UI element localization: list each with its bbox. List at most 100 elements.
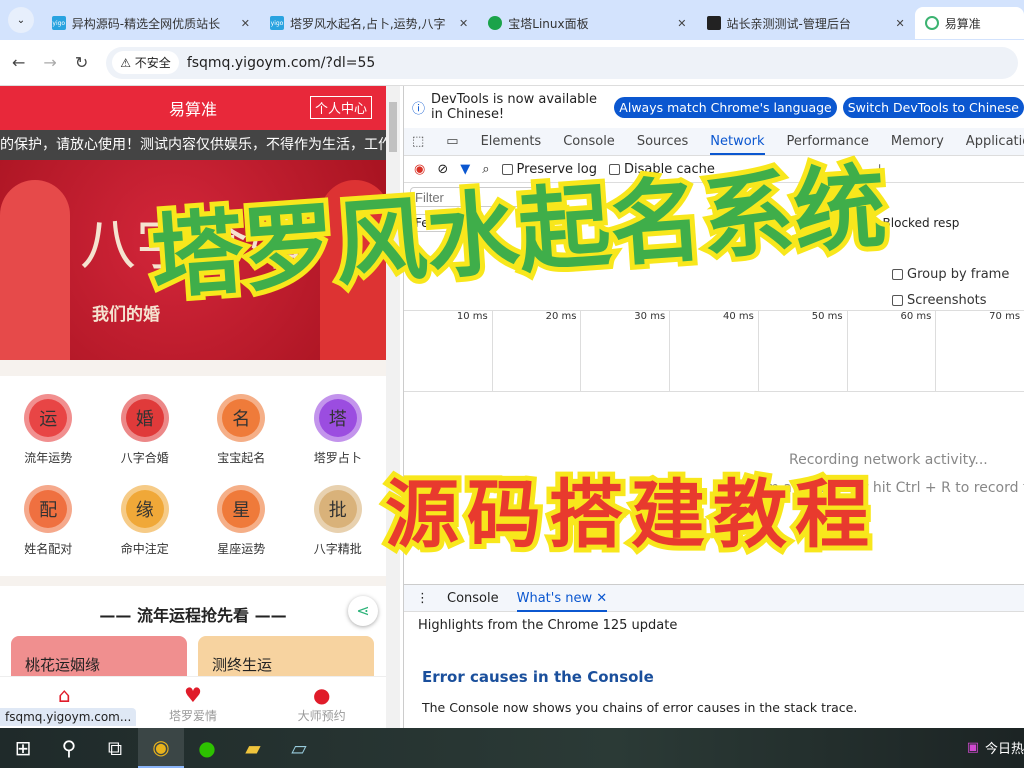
site-favicon <box>706 16 721 30</box>
feature-item[interactable]: 婚八字合婚 <box>97 394 194 485</box>
feature-label: 八字合婚 <box>120 451 169 465</box>
heart-icon: ♥ <box>184 683 202 707</box>
banner-subtitle: 我们的婚 <box>92 305 160 325</box>
nav-master[interactable]: ● 大师预约 <box>257 677 386 728</box>
network-options: Group by frame Screenshots <box>892 262 1009 314</box>
chat-icon: ● <box>312 683 331 707</box>
feature-item[interactable]: 批八字精批 <box>290 485 387 576</box>
security-badge[interactable]: ⚠ 不安全 <box>112 51 179 74</box>
blocked-responses-checkbox[interactable]: Blocked resp <box>879 215 964 231</box>
devtools-tab-memory[interactable]: Memory <box>891 134 944 149</box>
feature-icon: 运 <box>24 394 73 442</box>
feature-icon: 名 <box>217 394 266 442</box>
taskbar: ⊞ ⚲ ⧉ ◉ ● ▰ ▱ ▣ 今日热 <box>0 728 1024 768</box>
tab-2[interactable]: 宝塔Linux面板 ✕ <box>478 7 696 39</box>
notepad-icon[interactable]: ▱ <box>276 728 322 768</box>
tab-title: 异构源码-精选全网优质站长 <box>71 16 221 31</box>
timeline-tick: 60 ms <box>848 311 937 391</box>
devtools-tab-console[interactable]: Console <box>563 134 615 149</box>
checkbox-label: Screenshots <box>907 293 987 308</box>
tab-3[interactable]: 站长亲测测试-管理后台 ✕ <box>697 7 915 39</box>
drawer-tab-console[interactable]: Console <box>447 591 499 606</box>
tab-title: 易算准 <box>944 16 981 31</box>
feature-item[interactable]: 配姓名配对 <box>0 485 97 576</box>
tab-title: 塔罗风水起名,占卜,运势,八字 <box>290 16 446 31</box>
section-title-text: 流年运程抢先看 <box>136 606 249 625</box>
user-center-button[interactable]: 个人中心 <box>309 96 372 119</box>
tab-1[interactable]: yigo 塔罗风水起名,占卜,运势,八字 ✕ <box>260 7 478 39</box>
news-widget[interactable]: ▣ 今日热 <box>967 738 1024 757</box>
timeline-tick: 50 ms <box>759 311 848 391</box>
search-icon[interactable]: ⚲ <box>46 728 92 768</box>
devtools-tab-elements[interactable]: Elements <box>481 134 542 149</box>
more-icon[interactable]: ⋮ <box>416 591 429 606</box>
switch-chinese-button[interactable]: Switch DevTools to Chinese <box>842 96 1024 118</box>
feature-icon: 配 <box>24 485 73 533</box>
nav-tarot-love[interactable]: ♥ 塔罗爱情 <box>129 677 258 728</box>
whats-new-heading[interactable]: Error causes in the Console <box>422 668 654 686</box>
scrollbar-thumb[interactable] <box>389 102 397 152</box>
feature-label: 流年运势 <box>24 451 73 465</box>
url-text: fsqmq.yigoym.com/?dl=55 <box>186 54 376 71</box>
back-icon[interactable]: ← <box>12 53 25 72</box>
feature-icon: 缘 <box>120 485 169 533</box>
inspect-icon[interactable]: ⬚ <box>412 134 424 149</box>
feature-icon: 批 <box>313 485 362 533</box>
info-text: DevTools is now available in Chinese! <box>431 92 598 122</box>
file-explorer-icon[interactable]: ▰ <box>230 728 276 768</box>
timeline-tick: 20 ms <box>493 311 582 391</box>
status-bubble: fsqmq.yigoym.com... <box>0 708 137 726</box>
close-icon[interactable]: ✕ <box>459 17 468 30</box>
tab-0[interactable]: yigo 异构源码-精选全网优质站长 ✕ <box>42 7 260 39</box>
group-by-frame-checkbox[interactable]: Group by frame <box>892 262 1009 288</box>
feature-label: 宝宝起名 <box>217 451 266 465</box>
network-timeline[interactable]: 10 ms 20 ms 30 ms 40 ms 50 ms 60 ms 70 ms <box>404 310 1024 392</box>
windows-start-icon[interactable]: ⊞ <box>0 728 46 768</box>
close-icon[interactable]: ✕ <box>596 591 607 606</box>
tab-search-button[interactable]: ⌄ <box>8 7 34 33</box>
close-icon[interactable]: ✕ <box>677 17 686 30</box>
nav-label: 大师预约 <box>297 709 346 723</box>
devtools-tab-application[interactable]: Application <box>966 134 1024 149</box>
feature-item[interactable]: 塔塔罗占卜 <box>290 394 387 485</box>
close-icon[interactable]: ✕ <box>896 17 905 30</box>
feature-item[interactable]: 缘命中注定 <box>97 485 194 576</box>
wechat-icon[interactable]: ● <box>184 728 230 768</box>
address-bar: ← → ↻ ⚠ 不安全 fsqmq.yigoym.com/?dl=55 <box>0 40 1024 86</box>
feature-label: 命中注定 <box>120 542 169 556</box>
nav-label: 塔罗爱情 <box>169 709 218 723</box>
close-icon[interactable]: ✕ <box>241 17 250 30</box>
feature-item[interactable]: 名宝宝起名 <box>193 394 290 485</box>
feature-label: 塔罗占卜 <box>313 451 362 465</box>
url-input[interactable]: ⚠ 不安全 fsqmq.yigoym.com/?dl=55 <box>106 46 1018 79</box>
feature-label: 姓名配对 <box>24 542 73 556</box>
task-view-icon[interactable]: ⧉ <box>92 728 138 768</box>
info-icon: ⓘ <box>412 101 426 117</box>
share-icon[interactable]: ⋖ <box>348 596 378 626</box>
forward-icon[interactable]: → <box>43 53 56 72</box>
tab-title: 站长亲测测试-管理后台 <box>726 16 851 31</box>
match-language-button[interactable]: Always match Chrome's language <box>614 96 837 118</box>
feature-item[interactable]: 星星座运势 <box>193 485 290 576</box>
site-favicon: yigo <box>270 16 285 30</box>
highlights-text: Highlights from the Chrome 125 update <box>418 618 678 633</box>
drawer-tab-whats-new[interactable]: What's new ✕ <box>516 590 608 612</box>
tab-4-active[interactable]: 易算准 <box>914 7 1024 39</box>
feature-label: 八字精批 <box>313 542 362 556</box>
whats-new-description: The Console now shows you chains of erro… <box>422 700 858 715</box>
reload-icon[interactable]: ↻ <box>75 53 88 72</box>
device-toolbar-icon[interactable]: ▭ <box>446 134 458 149</box>
page-header: 易算准 个人中心 <box>0 86 386 130</box>
feature-label: 星座运势 <box>217 542 266 556</box>
card-label: 测终生运 <box>212 656 273 674</box>
feature-item[interactable]: 运流年运势 <box>0 394 97 485</box>
news-icon: ▣ <box>966 740 979 755</box>
tab-title: 宝塔Linux面板 <box>508 16 589 31</box>
section-title: —— 流年运程抢先看 —— <box>99 606 287 625</box>
bride-illustration <box>0 180 70 360</box>
feature-icon: 婚 <box>120 394 169 442</box>
tab-label: What's new <box>516 590 593 606</box>
chrome-icon[interactable]: ◉ <box>138 728 184 768</box>
home-icon: ⌂ <box>57 683 71 707</box>
timeline-tick: 70 ms <box>936 311 1024 391</box>
